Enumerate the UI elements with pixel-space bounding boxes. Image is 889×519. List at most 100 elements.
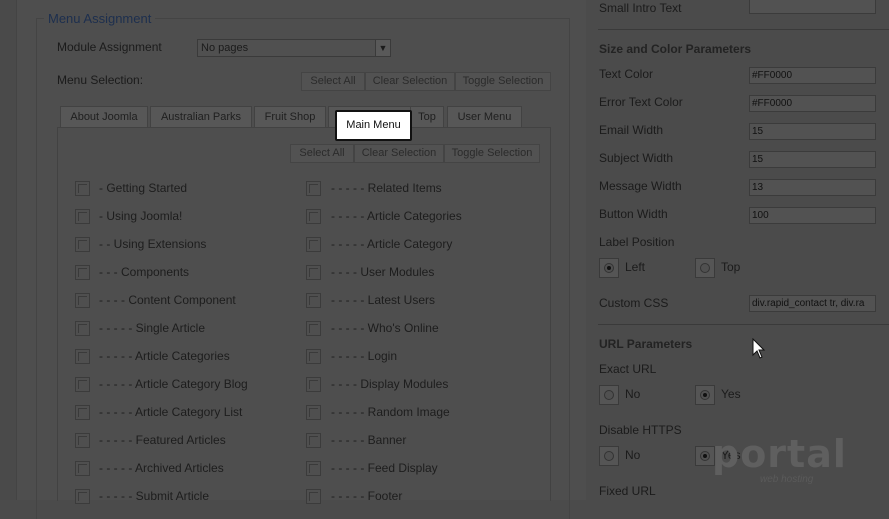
left-sidebar-strip	[0, 0, 17, 500]
menu-item-label: - - - - - Random Image	[331, 405, 450, 419]
menu-item-checkbox[interactable]	[75, 349, 90, 364]
module-assignment-value: No pages	[201, 42, 249, 54]
menu-item-checkbox[interactable]	[306, 377, 321, 392]
menu-item-checkbox[interactable]	[75, 209, 90, 224]
menu-item-label: - Using Joomla!	[99, 209, 183, 223]
portal-logo-subtitle: web hosting	[760, 474, 814, 485]
divider	[598, 29, 889, 30]
menu-item-checkbox[interactable]	[306, 433, 321, 448]
fixed-url-label: Fixed URL	[599, 484, 656, 498]
menu-item-label: - - - - User Modules	[331, 265, 435, 279]
menu-item-checkbox[interactable]	[75, 265, 90, 280]
param-input[interactable]: 15	[749, 151, 876, 168]
menu-item-label: - - - - - Who's Online	[331, 321, 439, 335]
tab-top[interactable]: Top	[410, 106, 444, 128]
menu-item-label: - - - - - Latest Users	[331, 293, 436, 307]
menu-item-label: - - - - - Single Article	[99, 321, 206, 335]
label-position-top-label: Top	[721, 260, 741, 274]
menu-item-checkbox[interactable]	[75, 433, 90, 448]
label-position-label: Label Position	[599, 235, 675, 249]
chevron-down-icon[interactable]: ▼	[375, 40, 390, 56]
menu-item-label: - - - - - Archived Articles	[99, 461, 224, 475]
menu-item-checkbox[interactable]	[75, 293, 90, 308]
param-label: Subject Width	[599, 151, 674, 165]
custom-css-input[interactable]: div.rapid_contact tr, div.ra	[749, 295, 876, 312]
tab-about-joomla[interactable]: About Joomla	[60, 106, 148, 128]
tab-user-menu[interactable]: User Menu	[447, 106, 522, 128]
label-position-left-radio[interactable]	[599, 258, 619, 278]
param-label: Button Width	[599, 207, 668, 221]
panel-clear-selection-button[interactable]: Clear Selection	[354, 144, 444, 163]
size-color-header: Size and Color Parameters	[599, 42, 752, 56]
label-position-left-label: Left	[625, 260, 646, 274]
menu-item-checkbox[interactable]	[306, 461, 321, 476]
menu-item-checkbox[interactable]	[306, 349, 321, 364]
menu-item-checkbox[interactable]	[75, 377, 90, 392]
menu-item-label: - - - - - Feed Display	[331, 461, 438, 475]
label-position-top-radio[interactable]	[695, 258, 715, 278]
exact-url-yes-label: Yes	[721, 387, 741, 401]
menu-item-checkbox[interactable]	[306, 489, 321, 504]
menu-item-label: - - - - - Related Items	[331, 181, 442, 195]
exact-url-yes-radio[interactable]	[695, 385, 715, 405]
menu-item-checkbox[interactable]	[75, 461, 90, 476]
param-input[interactable]: 15	[749, 123, 876, 140]
disable-https-no-radio[interactable]	[599, 446, 619, 466]
menu-item-checkbox[interactable]	[306, 293, 321, 308]
menu-item-label: - - - - - Featured Articles	[99, 433, 226, 447]
url-params-header: URL Parameters	[599, 337, 693, 351]
param-input[interactable]: 13	[749, 179, 876, 196]
param-label: Message Width	[599, 179, 682, 193]
exact-url-no-radio[interactable]	[599, 385, 619, 405]
toggle-selection-button[interactable]: Toggle Selection	[455, 72, 551, 91]
param-input[interactable]: #FF0000	[749, 95, 876, 112]
param-input[interactable]: 100	[749, 207, 876, 224]
menu-item-label: - - - Components	[99, 265, 190, 279]
panel-toggle-selection-button[interactable]: Toggle Selection	[444, 144, 540, 163]
menu-item-checkbox[interactable]	[75, 321, 90, 336]
menu-item-checkbox[interactable]	[306, 265, 321, 280]
tab-main-menu[interactable]: Main Menu	[335, 110, 412, 141]
small-intro-text-input[interactable]	[749, 0, 876, 14]
menu-item-checkbox[interactable]	[75, 237, 90, 252]
menu-item-checkbox[interactable]	[306, 209, 321, 224]
clear-selection-button[interactable]: Clear Selection	[365, 72, 455, 91]
menu-item-label: - - - - Content Component	[99, 293, 236, 307]
menu-item-checkbox[interactable]	[75, 405, 90, 420]
menu-item-checkbox[interactable]	[306, 181, 321, 196]
module-assignment-select[interactable]: No pages ▼	[197, 39, 391, 57]
param-label: Text Color	[599, 67, 654, 81]
tab-australian-parks[interactable]: Australian Parks	[150, 106, 252, 128]
param-input[interactable]: #FF0000	[749, 67, 876, 84]
exact-url-no-label: No	[625, 387, 641, 401]
panel-select-all-button[interactable]: Select All	[290, 144, 354, 163]
menu-item-label: - - - - - Article Category List	[99, 405, 243, 419]
menu-item-label: - - - - - Article Categories	[331, 209, 462, 223]
menu-item-label: - - - - - Article Category Blog	[99, 377, 248, 391]
disable-https-no-label: No	[625, 448, 641, 462]
divider	[598, 324, 889, 325]
mouse-cursor-icon	[752, 338, 766, 359]
select-all-button[interactable]: Select All	[301, 72, 365, 91]
small-intro-text-label: Small Intro Text	[599, 1, 682, 15]
menu-item-label: - - - - - Article Category	[331, 237, 453, 251]
menu-item-checkbox[interactable]	[306, 237, 321, 252]
menu-item-checkbox[interactable]	[306, 321, 321, 336]
menu-item-checkbox[interactable]	[75, 489, 90, 504]
menu-item-label: - - - - - Login	[331, 349, 398, 363]
menu-item-label: - - - - - Footer	[331, 489, 403, 503]
menu-item-checkbox[interactable]	[75, 181, 90, 196]
param-label: Email Width	[599, 123, 664, 137]
menu-item-label: - - - - Display Modules	[331, 377, 449, 391]
menu-assignment-legend: Menu Assignment	[44, 11, 156, 26]
custom-css-label: Custom CSS	[599, 296, 669, 310]
param-label: Error Text Color	[599, 95, 683, 109]
menu-selection-label: Menu Selection:	[57, 73, 144, 87]
menu-item-checkbox[interactable]	[306, 405, 321, 420]
menu-item-label: - - - - - Submit Article	[99, 489, 210, 503]
menu-item-label: - - Using Extensions	[99, 237, 207, 251]
exact-url-label: Exact URL	[599, 362, 657, 376]
tab-fruit-shop[interactable]: Fruit Shop	[254, 106, 326, 128]
menu-item-label: - - - - - Banner	[331, 433, 407, 447]
menu-item-label: - - - - - Article Categories	[99, 349, 230, 363]
